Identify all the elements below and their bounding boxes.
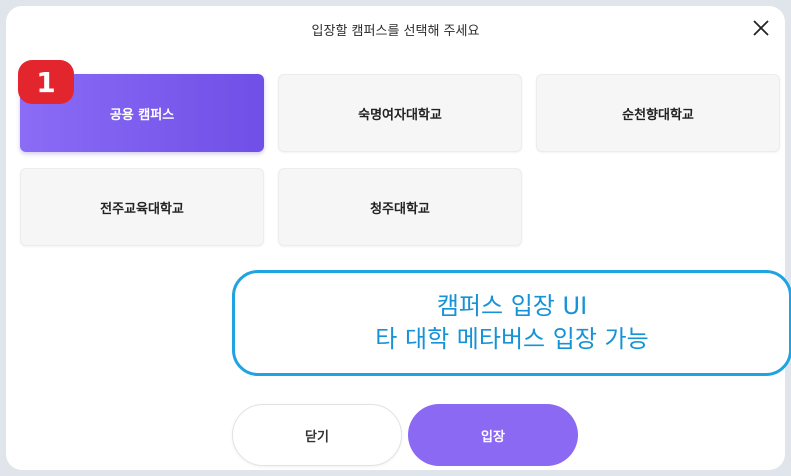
annotation-callout: 캠퍼스 입장 UI 타 대학 메타버스 입장 가능 — [232, 270, 791, 376]
campus-select-modal: 입장할 캠퍼스를 선택해 주세요 공용 캠퍼스 숙명여자대학교 순천향대학교 전… — [6, 6, 785, 470]
campus-card-cheongju[interactable]: 청주대학교 — [278, 168, 522, 246]
campus-card-sookmyung[interactable]: 숙명여자대학교 — [278, 74, 522, 152]
callout-line-1: 캠퍼스 입장 UI — [436, 292, 588, 320]
callout-line-2: 타 대학 메타버스 입장 가능 — [375, 325, 649, 353]
campus-card-soonchunhyang[interactable]: 순천향대학교 — [536, 74, 780, 152]
enter-button[interactable]: 입장 — [408, 404, 578, 466]
campus-card-jeonju-edu[interactable]: 전주교육대학교 — [20, 168, 264, 246]
step-number-badge: 1 — [18, 60, 74, 104]
close-icon[interactable] — [749, 16, 773, 40]
modal-title: 입장할 캠퍼스를 선택해 주세요 — [311, 24, 480, 39]
modal-header: 입장할 캠퍼스를 선택해 주세요 — [6, 6, 785, 50]
close-button[interactable]: 닫기 — [232, 404, 402, 466]
